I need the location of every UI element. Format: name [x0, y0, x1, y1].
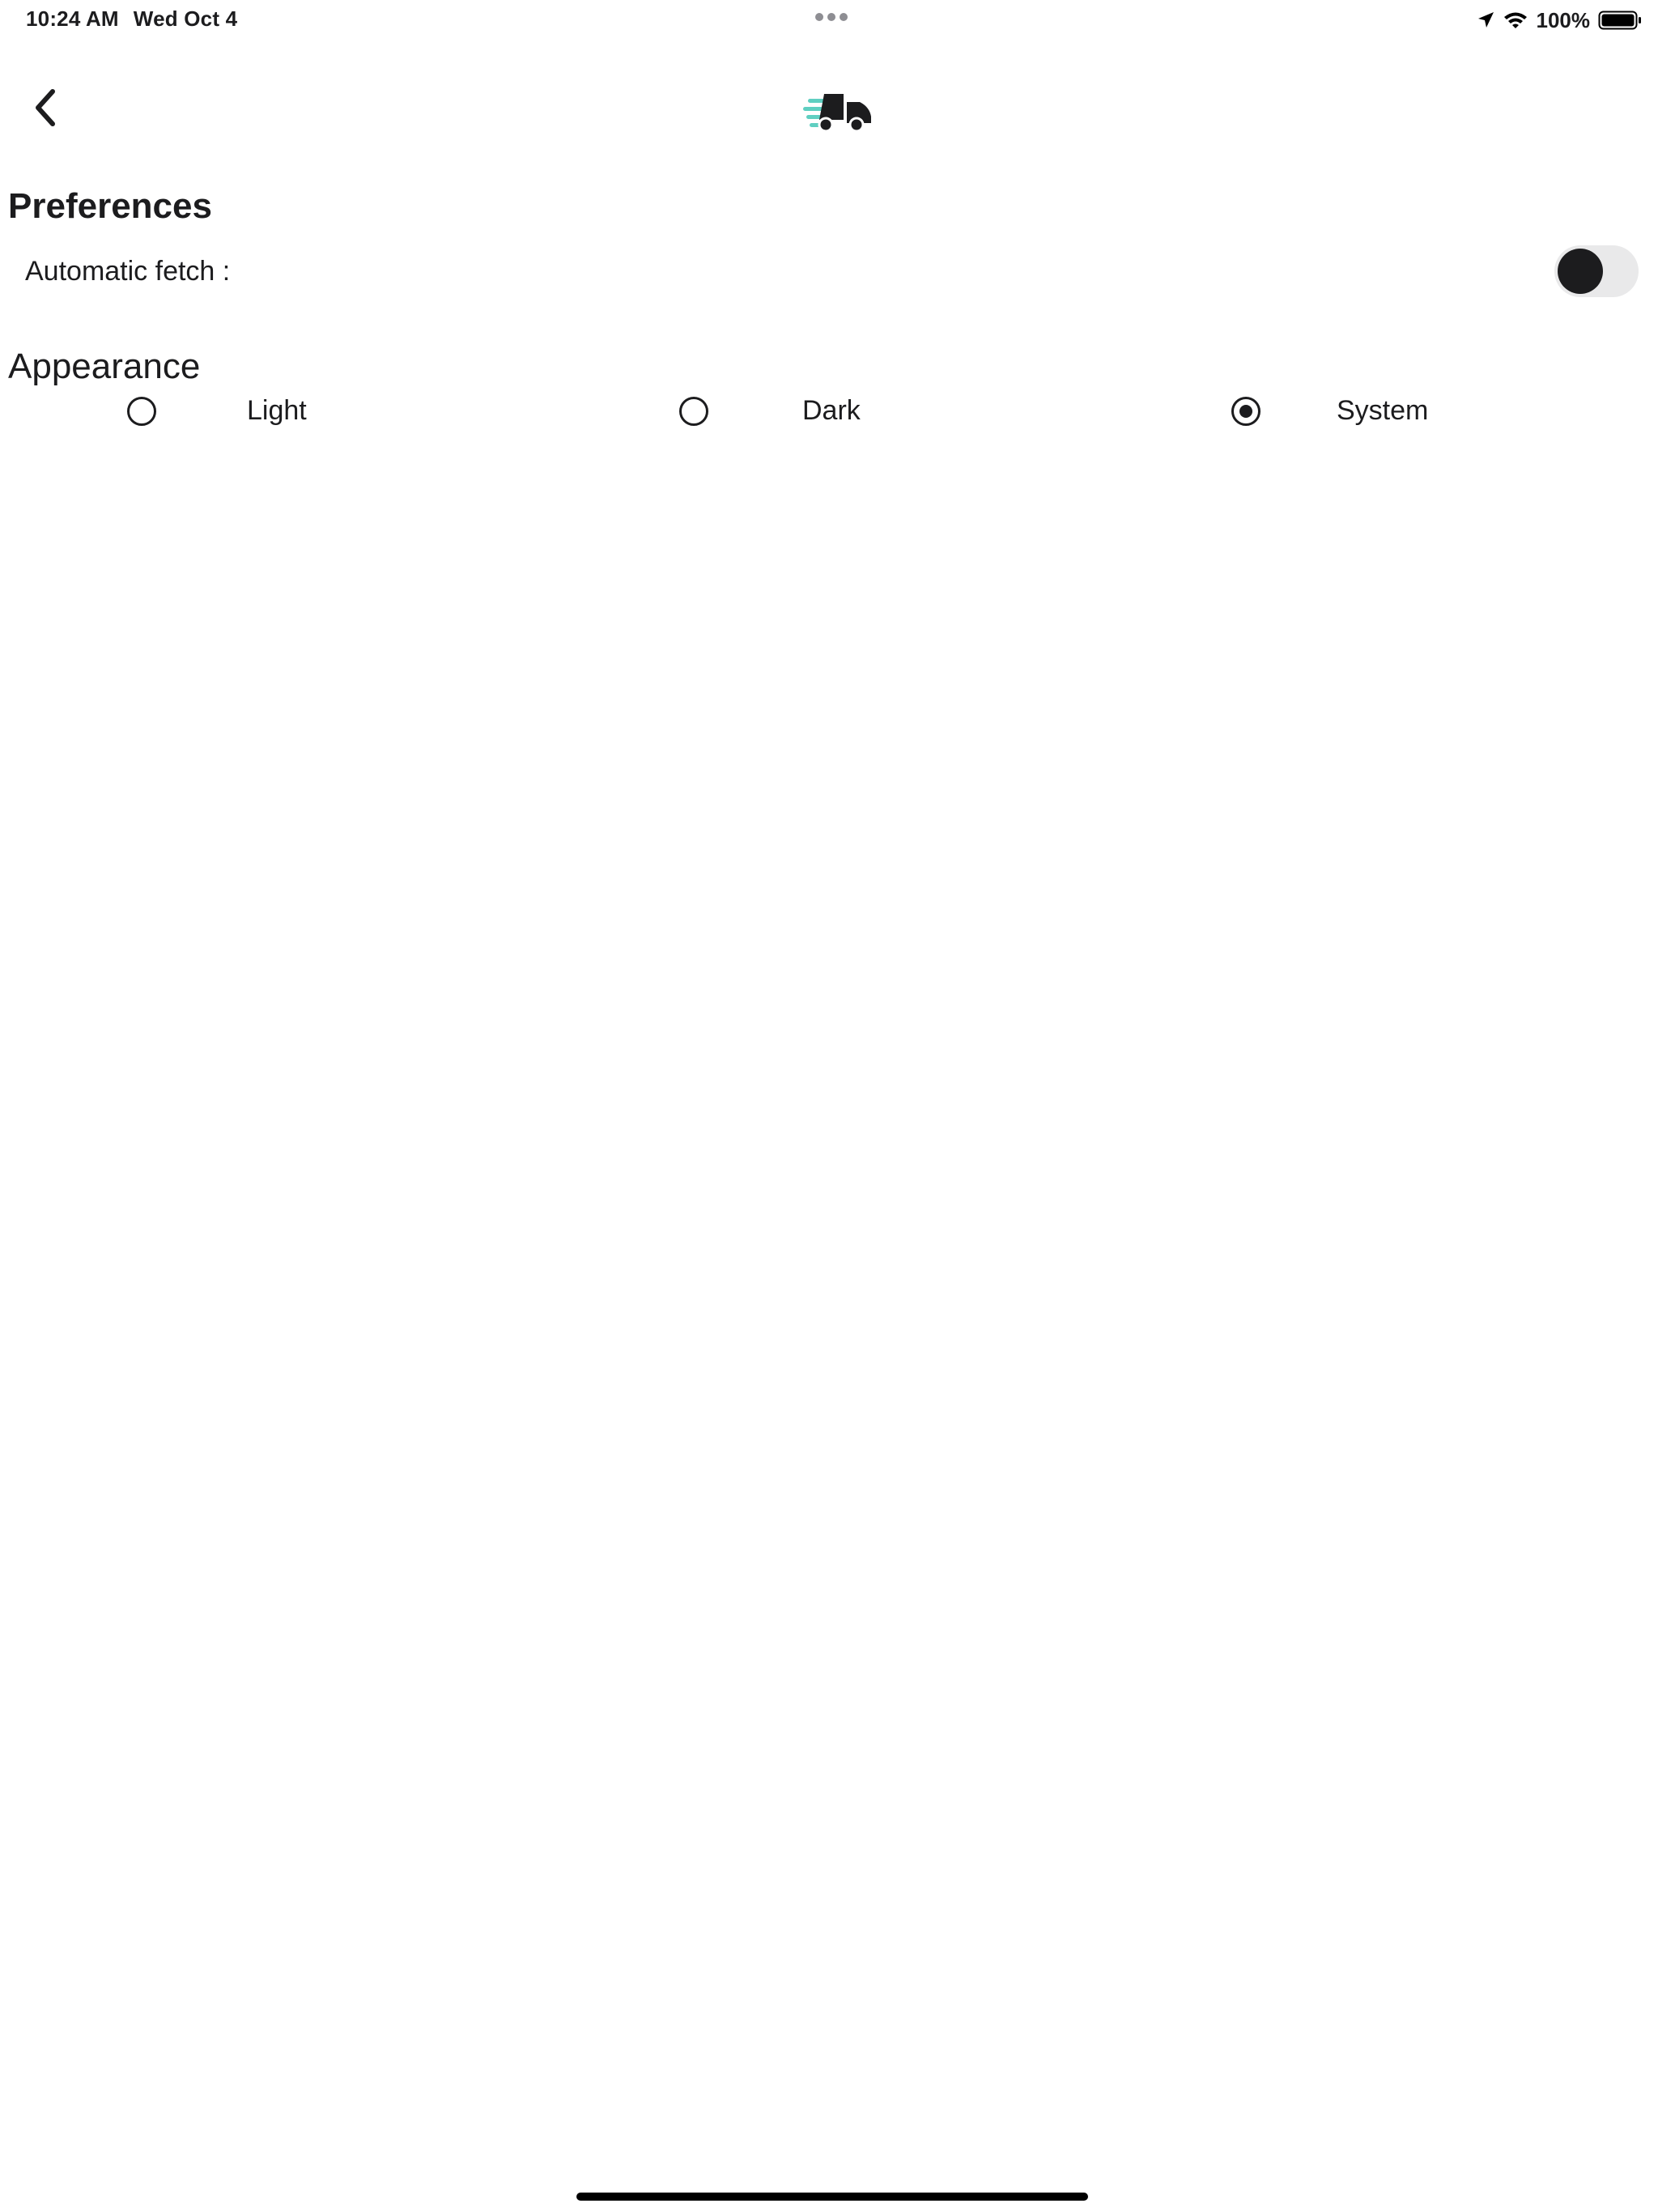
multitasking-dots-icon[interactable]: [814, 11, 849, 23]
status-date: Wed Oct 4: [133, 6, 238, 31]
appearance-option-label: Dark: [802, 395, 861, 426]
automatic-fetch-label: Automatic fetch :: [25, 256, 231, 287]
status-bar: 10:24 AM Wed Oct 4 100%: [0, 0, 1658, 40]
automatic-fetch-toggle[interactable]: [1554, 245, 1639, 297]
status-indicators: 100%: [1477, 6, 1643, 34]
appearance-title: Appearance: [8, 347, 201, 386]
status-time: 10:24 AM: [26, 6, 119, 31]
back-button[interactable]: [21, 79, 70, 136]
chevron-left-icon: [36, 89, 55, 126]
radio-unchecked-icon: [127, 397, 156, 426]
wifi-icon: [1503, 12, 1527, 28]
appearance-option-dark[interactable]: Dark: [679, 392, 890, 434]
location-icon: [1477, 12, 1494, 28]
appearance-option-system[interactable]: System: [1231, 392, 1474, 434]
battery-percentage: 100%: [1536, 7, 1591, 32]
appearance-option-label: System: [1337, 395, 1429, 426]
radio-checked-icon: [1231, 397, 1261, 426]
appearance-option-light[interactable]: Light: [127, 392, 338, 434]
home-indicator: [576, 2193, 1088, 2201]
radio-unchecked-icon: [679, 397, 708, 426]
nav-header: [0, 73, 1658, 146]
battery-icon: [1598, 11, 1641, 30]
toggle-knob: [1558, 249, 1603, 294]
appearance-option-label: Light: [247, 395, 307, 426]
delivery-truck-icon: [803, 94, 871, 133]
status-time-date: 10:24 AM Wed Oct 4: [26, 6, 237, 32]
preferences-title: Preferences: [8, 186, 212, 226]
